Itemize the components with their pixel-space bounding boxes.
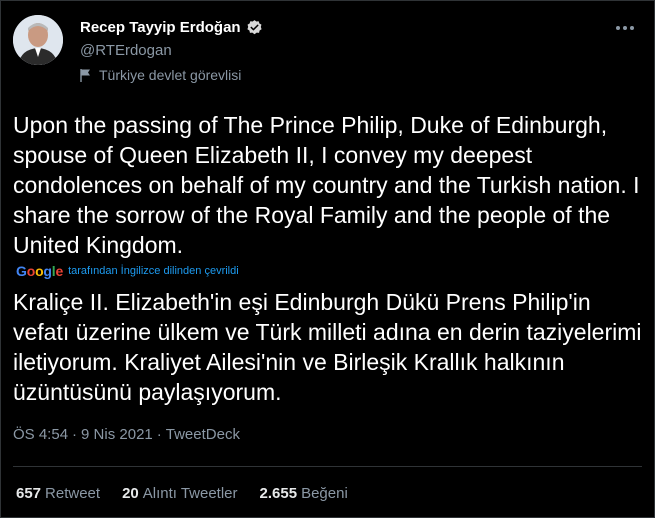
tweet-date[interactable]: 9 Nis 2021: [81, 426, 153, 443]
tweet-source[interactable]: TweetDeck: [166, 426, 240, 443]
likes-stat[interactable]: 2.655 Beğeni: [260, 485, 348, 502]
tweet-text: Upon the passing of The Prince Philip, D…: [13, 112, 640, 258]
divider: [13, 466, 642, 467]
translation-note-link[interactable]: tarafından İngilizce dilinden çevrildi: [68, 265, 239, 277]
handle[interactable]: @RTErdogan: [80, 42, 172, 59]
retweets-count: 657: [16, 485, 42, 502]
tweet-time[interactable]: ÖS 4:54: [13, 426, 68, 443]
display-name[interactable]: Recep Tayyip Erdoğan: [80, 19, 241, 36]
quotes-count: 20: [122, 485, 139, 502]
account-label[interactable]: Türkiye devlet görevlisi: [80, 67, 241, 83]
meta-separator: ·: [156, 426, 162, 443]
meta-separator: ·: [72, 426, 78, 443]
quotes-label: Alıntı Tweetler: [142, 485, 238, 502]
translated-tweet-text: Kraliçe II. Elizabeth'in eşi Edinburgh D…: [13, 289, 642, 405]
engagement-stats: 657 Retweet 20 Alıntı Tweetler 2.655 Beğeni: [16, 485, 370, 502]
author-name-row[interactable]: Recep Tayyip Erdoğan: [80, 19, 263, 36]
quotes-stat[interactable]: 20 Alıntı Tweetler: [122, 485, 237, 502]
retweets-label: Retweet: [45, 485, 101, 502]
likes-count: 2.655: [259, 485, 298, 502]
likes-label: Beğeni: [301, 485, 348, 502]
translation-attribution[interactable]: Google tarafından İngilizce dilinden çev…: [16, 263, 239, 279]
google-logo: Google: [16, 263, 64, 279]
flag-icon: [80, 69, 90, 82]
verified-badge-icon: [247, 20, 262, 35]
more-options-icon: [616, 26, 634, 30]
account-label-text: Türkiye devlet görevlisi: [99, 67, 242, 83]
more-options-button[interactable]: [613, 16, 637, 40]
avatar[interactable]: [13, 15, 63, 65]
tweet-meta: ÖS 4:54 · 9 Nis 2021 · TweetDeck: [13, 426, 240, 443]
retweets-stat[interactable]: 657 Retweet: [16, 485, 100, 502]
